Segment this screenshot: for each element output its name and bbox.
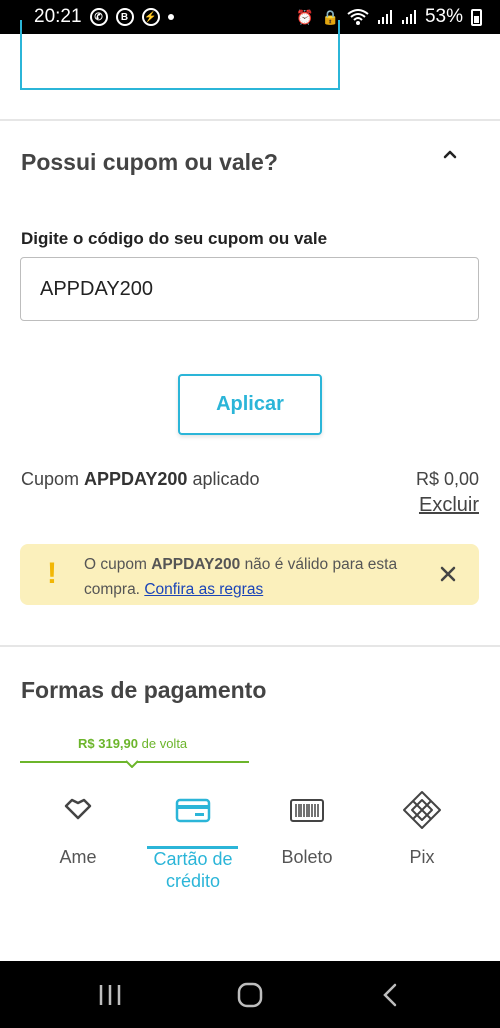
back-button[interactable] (370, 975, 410, 1015)
tab-label: Pix (409, 847, 435, 867)
previous-section-field[interactable] (20, 20, 340, 90)
chevron-up-icon[interactable] (443, 147, 457, 161)
close-icon[interactable] (439, 565, 457, 583)
section-divider (0, 119, 500, 121)
home-button[interactable] (230, 975, 270, 1015)
coupon-value: R$ 0,00 (415, 469, 479, 489)
remove-coupon-link[interactable]: Excluir (419, 494, 479, 517)
coupon-section-title: Possui cupom ou vale? (21, 149, 278, 175)
signal-icon (401, 10, 416, 24)
alert-message: O cupom APPDAY200 não é válido para esta… (84, 556, 398, 598)
warning-icon: ! (47, 557, 57, 590)
recent-apps-icon (99, 984, 121, 1005)
tab-boleto[interactable]: Boleto (249, 790, 365, 910)
navigation-bar (0, 961, 500, 1028)
coupon-field-label: Digite o código do seu cupom ou vale (21, 229, 328, 248)
tab-ame[interactable]: Ame (20, 790, 136, 910)
credit-card-icon (175, 798, 211, 823)
heart-diamond-icon (64, 798, 92, 820)
signal-icon (377, 10, 392, 24)
battery-percentage: 53% (424, 6, 463, 27)
tab-label: Boleto (281, 847, 333, 867)
alert-coupon-code: APPDAY200 (151, 556, 241, 573)
cashback-amount: R$ 319,90 (78, 736, 138, 751)
tab-label: Ame (59, 847, 97, 867)
tab-label: Cartão de crédito (153, 849, 233, 891)
pix-icon (403, 791, 441, 829)
barcode-icon (290, 799, 324, 822)
coupon-status-text: Cupom APPDAY200 aplicado (21, 469, 260, 489)
coupon-input[interactable] (20, 257, 479, 321)
recent-apps-button[interactable] (90, 975, 130, 1015)
section-divider (0, 645, 500, 647)
tab-pix[interactable]: Pix (364, 790, 480, 910)
apply-button[interactable]: Aplicar (178, 374, 322, 435)
active-tab-indicator (147, 846, 238, 849)
payment-section-title: Formas de pagamento (21, 677, 267, 703)
home-icon (237, 982, 263, 1007)
coupon-invalid-alert: ! O cupom APPDAY200 não é válido para es… (20, 544, 479, 605)
battery-icon (471, 8, 482, 26)
cashback-label: R$ 319,90 de volta (78, 736, 187, 751)
cashback-text: de volta (141, 736, 188, 751)
cashback-pointer-icon (126, 760, 138, 768)
rules-link[interactable]: Confira as regras (144, 581, 263, 598)
wifi-icon (347, 9, 369, 25)
tab-credit-card[interactable]: Cartão de crédito (135, 790, 251, 910)
coupon-status-code: APPDAY200 (84, 469, 188, 489)
back-icon (383, 983, 397, 1006)
